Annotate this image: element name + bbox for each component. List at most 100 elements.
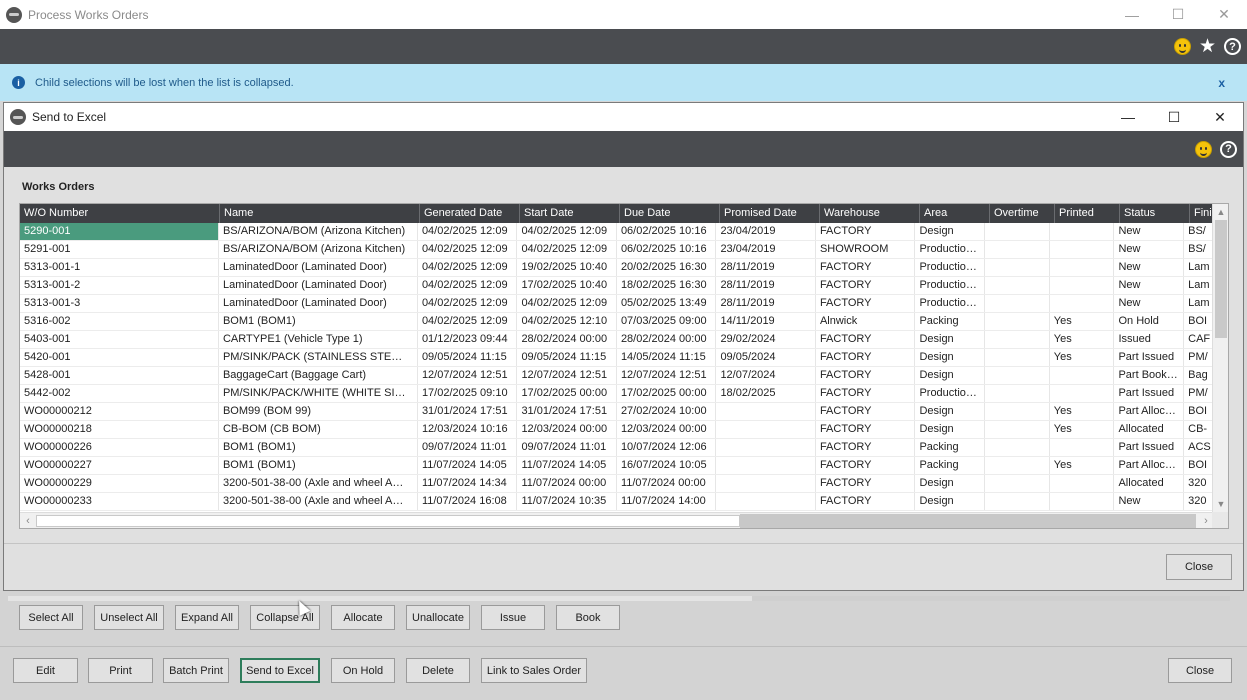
link-to-sales-order-button[interactable]: Link to Sales Order	[481, 658, 587, 683]
column-header-name[interactable]: Name	[220, 204, 420, 223]
table-cell-w-o-number: 5442-002	[20, 385, 219, 402]
table-row[interactable]: 5291-001 BS/ARIZONA/BOM (Arizona Kitchen)…	[20, 241, 1214, 259]
table-row[interactable]: WO00000229 3200-501-38-00 (Axle and wheel…	[20, 475, 1214, 493]
table-cell-w-o-number: WO00000229	[20, 475, 219, 492]
column-header-printed[interactable]: Printed	[1055, 204, 1120, 223]
table-cell-warehouse: FACTORY	[816, 421, 916, 438]
delete-button[interactable]: Delete	[406, 658, 470, 683]
allocate-button[interactable]: Allocate	[331, 605, 395, 630]
column-header-status[interactable]: Status	[1120, 204, 1190, 223]
unselect-all-button[interactable]: Unselect All	[94, 605, 164, 630]
edit-button[interactable]: Edit	[13, 658, 78, 683]
scroll-left-icon[interactable]: ‹	[20, 513, 36, 528]
table-row[interactable]: 5442-002 PM/SINK/PACK/WHITE (WHITE SI… 17/…	[20, 385, 1214, 403]
batch-print-button[interactable]: Batch Print	[163, 658, 229, 683]
expand-all-button[interactable]: Expand All	[175, 605, 239, 630]
table-row[interactable]: 5290-001 BS/ARIZONA/BOM (Arizona Kitchen)…	[20, 223, 1214, 241]
table-cell-due-date: 14/05/2024 11:15	[617, 349, 717, 366]
scroll-down-icon[interactable]: ▼	[1213, 496, 1228, 512]
dialog-close-button[interactable]: Close	[1166, 554, 1232, 580]
dialog-close-icon[interactable]: ✕	[1197, 103, 1243, 131]
table-cell-overtime	[985, 385, 1050, 402]
table-cell-warehouse: FACTORY	[816, 277, 916, 294]
info-icon: i	[12, 76, 25, 89]
column-header-promised-date[interactable]: Promised Date	[720, 204, 820, 223]
table-row[interactable]: 5403-001 CARTYPE1 (Vehicle Type 1) 01/12/2…	[20, 331, 1214, 349]
table-row[interactable]: 5420-001 PM/SINK/PACK (STAINLESS STE… 09/0…	[20, 349, 1214, 367]
column-header-start-date[interactable]: Start Date	[520, 204, 620, 223]
table-row[interactable]: WO00000218 CB-BOM (CB BOM) 12/03/2024 10:1…	[20, 421, 1214, 439]
table-cell-name: BaggageCart (Baggage Cart)	[219, 367, 418, 384]
horizontal-scroll-thumb[interactable]	[36, 515, 740, 527]
table-row[interactable]: 5313-001-1 LaminatedDoor (Laminated Door)…	[20, 259, 1214, 277]
scroll-up-icon[interactable]: ▲	[1213, 204, 1228, 220]
help-icon[interactable]: ?	[1224, 38, 1241, 55]
table-row[interactable]: WO00000233 3200-501-38-00 (Axle and wheel…	[20, 493, 1214, 511]
outer-horizontal-scrollbar[interactable]	[8, 596, 1230, 601]
table-cell-printed	[1050, 367, 1115, 384]
table-cell-promised-date	[716, 421, 816, 438]
table-row[interactable]: 5316-002 BOM1 (BOM1) 04/02/2025 12:09 04/02…	[20, 313, 1214, 331]
table-cell-due-date: 11/07/2024 00:00	[617, 475, 717, 492]
select-all-button[interactable]: Select All	[19, 605, 83, 630]
table-cell-area: Design	[915, 367, 986, 384]
table-cell-w-o-number: WO00000227	[20, 457, 219, 474]
dialog-help-icon[interactable]: ?	[1220, 140, 1237, 158]
table-cell-due-date: 12/03/2024 00:00	[617, 421, 717, 438]
vertical-scroll-thumb[interactable]	[1215, 220, 1227, 338]
on-hold-button[interactable]: On Hold	[331, 658, 395, 683]
table-cell-start-date: 04/02/2025 12:09	[517, 295, 617, 312]
table-cell-w-o-number: WO00000226	[20, 439, 219, 456]
table-cell-printed	[1050, 475, 1115, 492]
table-row[interactable]: 5313-001-2 LaminatedDoor (Laminated Door)…	[20, 277, 1214, 295]
table-cell-status: New	[1114, 295, 1185, 312]
table-cell-area: Design	[915, 223, 986, 240]
dialog-maximize-icon[interactable]: ☐	[1151, 103, 1197, 131]
info-banner-close-button[interactable]: x	[1218, 76, 1225, 90]
table-cell-warehouse: Alnwick	[816, 313, 916, 330]
table-cell-overtime	[985, 439, 1050, 456]
grid-horizontal-scrollbar[interactable]: ‹ ›	[20, 512, 1214, 528]
minimize-icon[interactable]: —	[1109, 0, 1155, 29]
column-header-overtime[interactable]: Overtime	[990, 204, 1055, 223]
smiley-icon[interactable]	[1173, 38, 1191, 55]
info-banner-text: Child selections will be lost when the l…	[35, 76, 294, 89]
column-header-due-date[interactable]: Due Date	[620, 204, 720, 223]
table-cell-warehouse: FACTORY	[816, 259, 916, 276]
column-header-warehouse[interactable]: Warehouse	[820, 204, 920, 223]
dialog-minimize-icon[interactable]: —	[1105, 103, 1151, 131]
close-icon[interactable]: ✕	[1201, 0, 1247, 29]
table-row[interactable]: WO00000226 BOM1 (BOM1) 09/07/2024 11:01 09/…	[20, 439, 1214, 457]
column-header-generated-date[interactable]: Generated Date	[420, 204, 520, 223]
column-header-area[interactable]: Area	[920, 204, 990, 223]
table-cell-printed	[1050, 385, 1115, 402]
print-button[interactable]: Print	[88, 658, 153, 683]
dialog-logo-icon	[10, 109, 26, 125]
grid-header: W/O Number Name Generated Date Start Date Du…	[20, 204, 1220, 223]
table-cell-warehouse: FACTORY	[816, 331, 916, 348]
book-button[interactable]: Book	[556, 605, 620, 630]
maximize-icon[interactable]: ☐	[1155, 0, 1201, 29]
grid-vertical-scrollbar[interactable]: ▲ ▼	[1212, 204, 1228, 512]
table-row[interactable]: 5428-001 BaggageCart (Baggage Cart) 12/07/…	[20, 367, 1214, 385]
outer-close-button[interactable]: Close	[1168, 658, 1232, 683]
unallocate-button[interactable]: Unallocate	[406, 605, 470, 630]
table-cell-finis: 320	[1184, 475, 1214, 492]
table-row[interactable]: WO00000227 BOM1 (BOM1) 11/07/2024 14:05 11/…	[20, 457, 1214, 475]
column-header-w-o-number[interactable]: W/O Number	[20, 204, 220, 223]
table-cell-area: Design	[915, 421, 986, 438]
table-cell-generated-date: 04/02/2025 12:09	[418, 259, 518, 276]
table-cell-printed: Yes	[1050, 421, 1115, 438]
table-row[interactable]: WO00000212 BOM99 (BOM 99) 31/01/2024 17:51…	[20, 403, 1214, 421]
table-cell-start-date: 12/07/2024 12:51	[517, 367, 617, 384]
table-cell-name: CB-BOM (CB BOM)	[219, 421, 418, 438]
table-cell-start-date: 09/05/2024 11:15	[517, 349, 617, 366]
send-to-excel-button[interactable]: Send to Excel	[240, 658, 320, 683]
table-row[interactable]: 5313-001-3 LaminatedDoor (Laminated Door)…	[20, 295, 1214, 313]
star-icon[interactable]: ★	[1199, 37, 1216, 56]
table-cell-printed	[1050, 259, 1115, 276]
dialog-smiley-icon[interactable]	[1195, 140, 1212, 158]
table-cell-area: Design	[915, 331, 986, 348]
table-cell-promised-date: 23/04/2019	[716, 223, 816, 240]
issue-button[interactable]: Issue	[481, 605, 545, 630]
